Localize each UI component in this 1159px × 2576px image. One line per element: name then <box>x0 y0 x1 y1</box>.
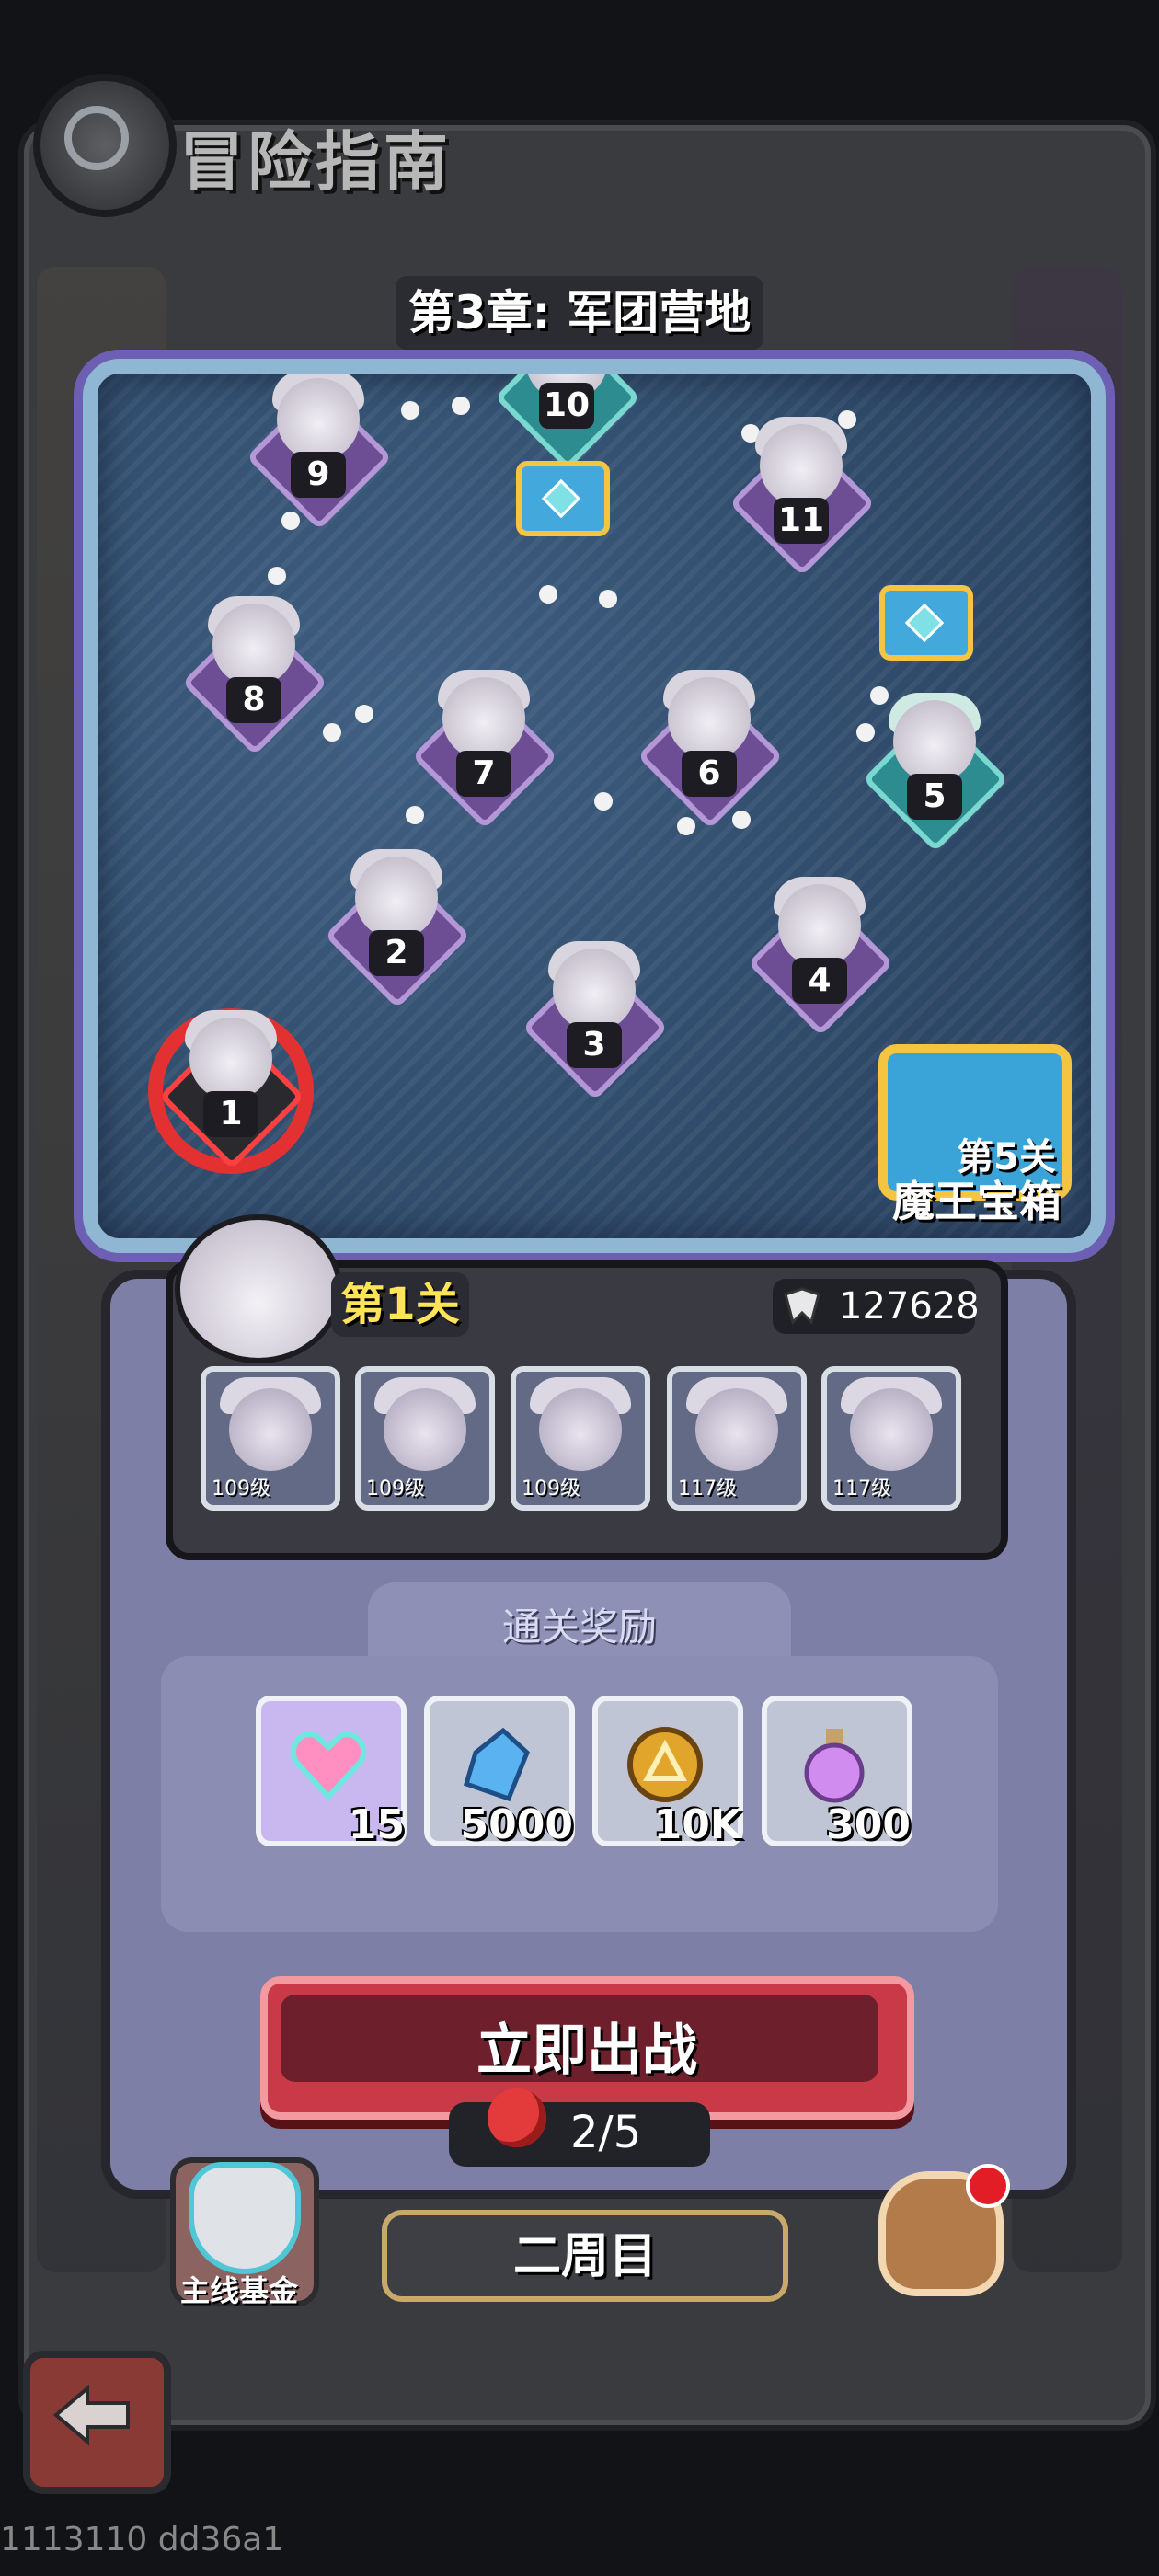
power-value: 127628 <box>839 1285 980 1328</box>
enemy-hero-card[interactable]: 109级 <box>355 1366 495 1511</box>
hero-level: 117级 <box>678 1478 737 1501</box>
stage-node-10[interactable]: 10 <box>494 374 641 471</box>
second-round-label: 二周目 <box>512 2229 657 2284</box>
path-dot <box>401 401 419 420</box>
back-arrow-icon <box>52 2384 130 2446</box>
hero-level: 117级 <box>832 1478 891 1501</box>
reward-item[interactable]: 10K <box>592 1696 743 1848</box>
chapter-title: 第3章: 军团营地 <box>396 276 763 350</box>
path-dot <box>539 585 557 604</box>
enemy-hero-card[interactable]: 117级 <box>821 1366 961 1511</box>
heart-gem-icon <box>290 1731 367 1801</box>
path-dot <box>355 705 373 723</box>
map-chest-icon[interactable] <box>879 585 973 661</box>
enemy-hero-card[interactable]: 109级 <box>511 1366 650 1511</box>
reward-count: 300 <box>826 1801 911 1848</box>
path-dot <box>268 567 286 585</box>
stage-node-6[interactable]: 6 <box>637 670 784 830</box>
notification-dot <box>966 2164 1010 2208</box>
map-chest-icon[interactable] <box>516 461 610 536</box>
blue-crystal-icon <box>463 1727 530 1802</box>
reward-count: 10K <box>653 1801 741 1848</box>
page-title: 冒险指南 <box>179 124 452 200</box>
wolf-emblem-icon <box>189 2162 301 2274</box>
path-dot <box>599 590 617 608</box>
battle-button-label: 立即出战 <box>476 2018 697 2083</box>
stage-node-9[interactable]: 9 <box>246 374 393 531</box>
path-dot <box>594 792 613 811</box>
stage-node-5[interactable]: 5 <box>862 693 1009 853</box>
reward-item[interactable]: 5000 <box>424 1696 575 1848</box>
enemy-hero-card[interactable]: 109级 <box>201 1366 340 1511</box>
reward-title: 通关奖励 <box>501 1604 657 1650</box>
debug-code: 1113110 dd36a1 <box>0 2521 284 2559</box>
main-fund-label: 主线基金 <box>179 2273 298 2308</box>
stage-node-3[interactable]: 3 <box>522 941 669 1101</box>
reward-item[interactable]: 15 <box>256 1696 407 1848</box>
gold-coin-icon <box>627 1727 703 1802</box>
stage-node-2[interactable]: 2 <box>324 849 471 1009</box>
stage-node-7[interactable]: 7 <box>411 670 558 830</box>
stage-node-11[interactable]: 11 <box>729 417 876 577</box>
stage-node-4[interactable]: 4 <box>747 877 894 1037</box>
reward-count: 5000 <box>460 1801 573 1848</box>
path-dot <box>677 817 695 835</box>
hero-level: 109级 <box>366 1478 425 1501</box>
reward-item[interactable]: 300 <box>762 1696 912 1848</box>
enemy-hero-card[interactable]: 117级 <box>667 1366 807 1511</box>
compass-icon <box>64 106 129 170</box>
stamina-value: 2/5 <box>570 2107 642 2158</box>
stage-node-8[interactable]: 8 <box>181 596 328 756</box>
boss-chest-label: 魔王宝箱 <box>892 1177 1061 1226</box>
stage-name: 第1关 <box>331 1272 469 1337</box>
stage-boss-avatar <box>175 1214 342 1363</box>
potion-bottle-icon <box>804 1729 865 1803</box>
path-dot <box>452 397 470 415</box>
hero-level: 109级 <box>522 1478 580 1501</box>
power-icon <box>784 1287 820 1325</box>
reward-count: 15 <box>348 1801 405 1848</box>
hero-level: 109级 <box>212 1478 270 1501</box>
stage-node-1[interactable]: 1 <box>158 1010 305 1170</box>
apple-icon <box>488 2088 546 2147</box>
path-dot <box>323 723 341 742</box>
